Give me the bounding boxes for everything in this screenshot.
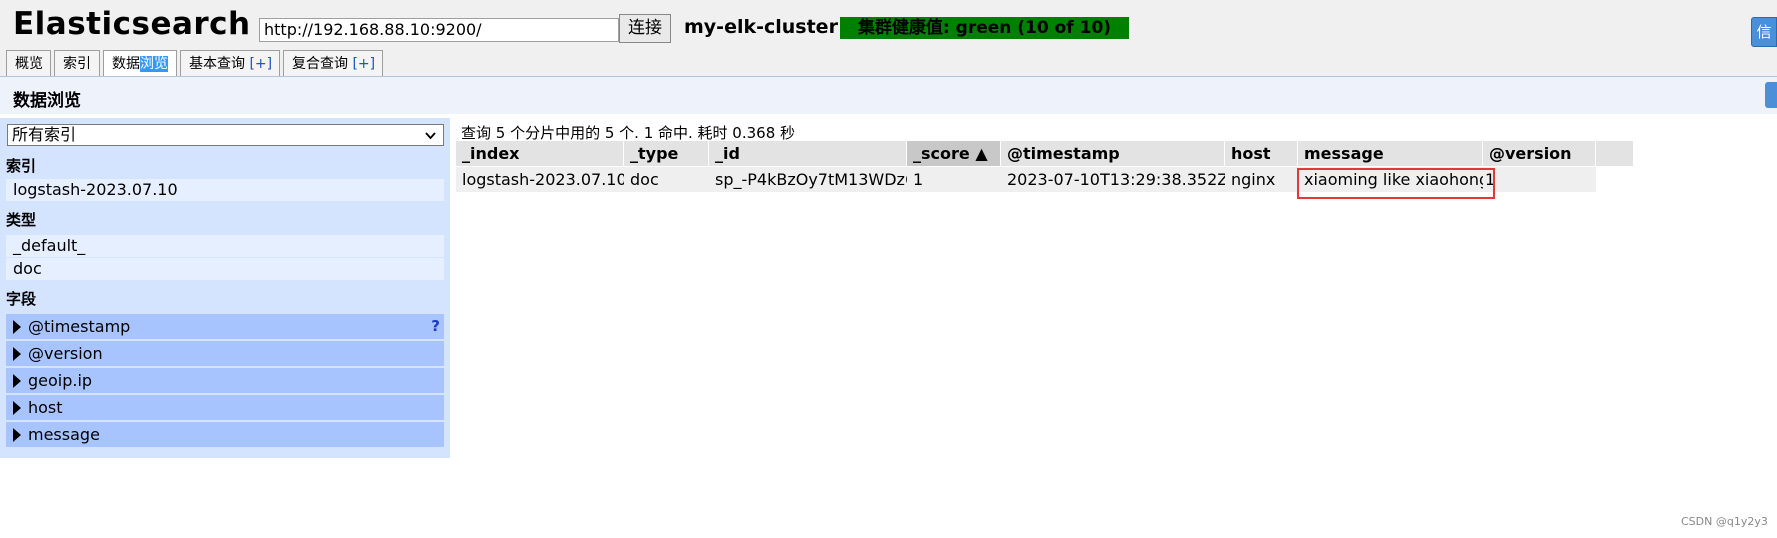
tab-structured-query[interactable]: 复合查询 [+] (283, 50, 383, 76)
sidebar-field-item[interactable]: host (6, 395, 444, 420)
tab-label: 数据 (112, 56, 140, 72)
table-cell[interactable]: 1 (1483, 167, 1596, 192)
column-header-score[interactable]: _score ▲ (907, 141, 1001, 166)
column-header-timestamp[interactable]: @timestamp (1001, 141, 1225, 166)
sidebar-type-item[interactable]: doc (6, 258, 444, 280)
fields-section-label: 字段 (6, 290, 37, 308)
connect-button[interactable]: 连接 (619, 14, 671, 43)
field-label: host (28, 398, 63, 417)
help-icon[interactable]: ? (431, 314, 440, 339)
bar-action-button[interactable] (1765, 82, 1777, 108)
watermark: CSDN @q1y2y3 (1681, 515, 1768, 528)
column-header-version[interactable]: @version (1483, 141, 1596, 166)
chevron-down-icon (424, 125, 437, 152)
tab-label: 复合查询 (292, 56, 348, 72)
column-header-host[interactable]: host (1225, 141, 1298, 166)
table-cell[interactable]: nginx (1225, 167, 1298, 192)
tab-label: 基本查询 (189, 56, 245, 72)
table-cell[interactable]: 2023-07-10T13:29:38.352Z (1001, 167, 1225, 192)
sidebar-field-item[interactable]: @version (6, 341, 444, 366)
cluster-health-badge: 集群健康值: green (10 of 10) (840, 17, 1129, 39)
column-header-spacer (1596, 141, 1634, 166)
field-label: @timestamp (28, 317, 131, 336)
tab-browser[interactable]: 数据浏览 (103, 50, 177, 77)
field-label: message (28, 425, 100, 444)
tab-indices[interactable]: 索引 (54, 50, 100, 76)
table-cell[interactable]: sp_-P4kBzOy7tM13WDz6 (709, 167, 907, 192)
page-title-bar (0, 76, 1777, 114)
expand-triangle-icon (13, 427, 21, 442)
table-cell[interactable]: doc (624, 167, 709, 192)
expand-triangle-icon (13, 373, 21, 388)
field-label: @version (28, 344, 103, 363)
sidebar-type-item[interactable]: _default_ (6, 235, 444, 257)
table-cell[interactable]: logstash-2023.07.10 (456, 167, 624, 192)
add-basic-query-link[interactable]: [+] (249, 56, 272, 72)
tab-basic-query[interactable]: 基本查询 [+] (180, 50, 280, 76)
sidebar-field-item[interactable]: geoip.ip (6, 368, 444, 393)
index-select-value: 所有索引 (12, 125, 77, 144)
indices-section-label: 索引 (6, 157, 37, 175)
column-header-index[interactable]: _index (456, 141, 624, 166)
field-label: geoip.ip (28, 371, 93, 390)
cluster-name: my-elk-cluster (684, 16, 838, 38)
tab-label: 索引 (63, 56, 91, 72)
expand-triangle-icon (13, 400, 21, 415)
query-summary: 查询 5 个分片中用的 5 个. 1 命中. 耗时 0.368 秒 (461, 124, 796, 142)
expand-triangle-icon (13, 346, 21, 361)
index-select[interactable]: 所有索引 (7, 124, 444, 146)
info-button[interactable]: 信 (1751, 17, 1777, 47)
sidebar-field-item[interactable]: message (6, 422, 444, 447)
page-title: 数据浏览 (13, 91, 81, 111)
app-title: Elasticsearch (13, 6, 251, 42)
tab-label-selected-text: 浏览 (140, 56, 168, 72)
tab-label: 概览 (15, 56, 43, 72)
column-header-type[interactable]: _type (624, 141, 709, 166)
url-input[interactable]: http://192.168.88.10:9200/ (259, 18, 619, 42)
add-structured-query-link[interactable]: [+] (352, 56, 375, 72)
tab-overview[interactable]: 概览 (6, 50, 51, 76)
sidebar-index-item[interactable]: logstash-2023.07.10 (6, 179, 444, 201)
expand-triangle-icon (13, 319, 21, 334)
sidebar-field-item[interactable]: @timestamp? (6, 314, 444, 339)
table-cell[interactable]: 1 (907, 167, 1001, 192)
types-section-label: 类型 (6, 211, 37, 229)
message-highlight-annotation (1297, 168, 1495, 199)
column-header-message[interactable]: message (1298, 141, 1483, 166)
column-header-id[interactable]: _id (709, 141, 907, 166)
